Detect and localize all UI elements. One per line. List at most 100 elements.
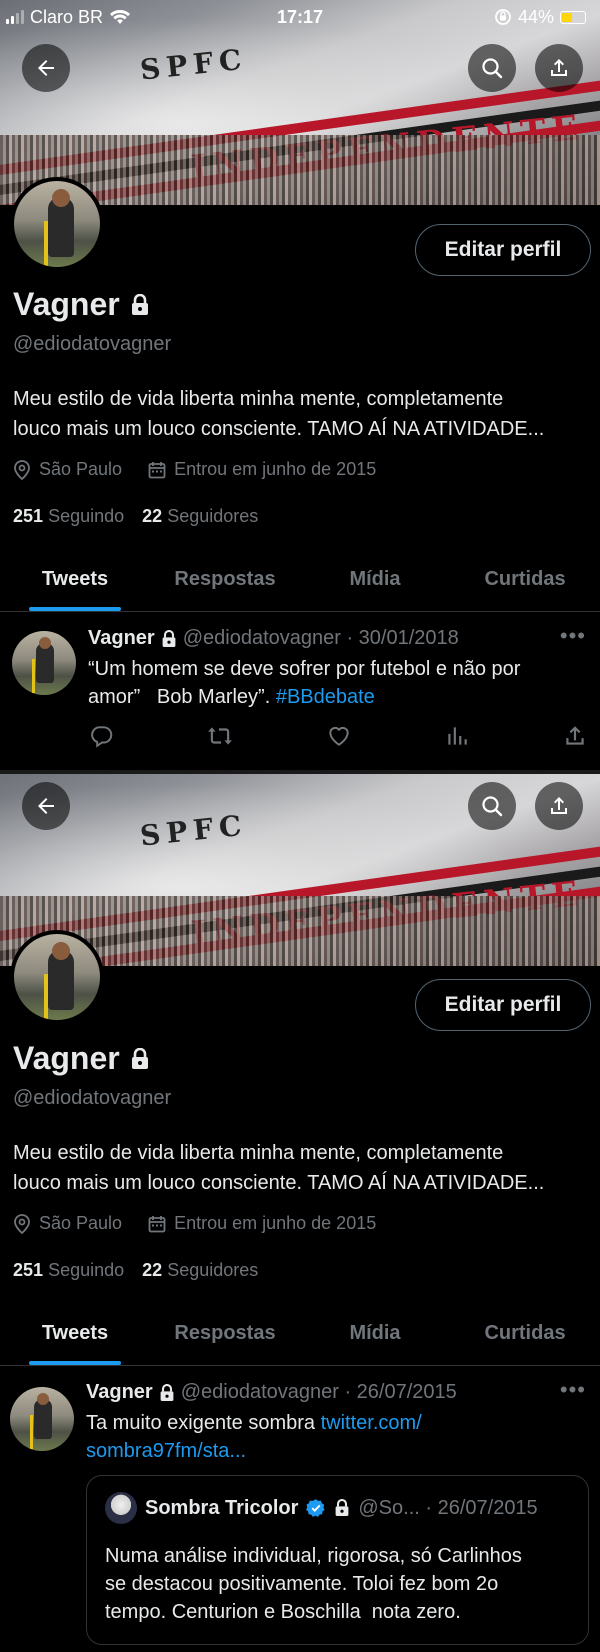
profile-bio-line-1: Meu estilo de vida liberta minha mente, … [13,1142,504,1164]
tweet-author-name[interactable]: Vagner [88,627,155,650]
followers-label: Seguidores [167,506,259,526]
tab-curtidas[interactable]: Curtidas [450,1302,600,1365]
profile-name-text: Vagner [13,286,120,322]
clock: 17:17 [276,6,324,27]
following-label: Seguindo [48,1260,125,1280]
profile-bio-line-2: louco mais um louco consciente. TAMO AÍ … [13,418,545,440]
more-options-icon[interactable]: ••• [560,623,586,649]
wifi-icon [110,9,131,24]
quoted-text-line-3: tempo. Centurion e Boschilla nota zero. [105,1601,461,1623]
profile-meta: São Paulo Entrou em junho de 2015 [13,1213,376,1234]
tab-respostas[interactable]: Respostas [150,1302,300,1365]
search-icon [482,58,503,79]
arrow-left-icon [38,798,54,814]
tab-midia[interactable]: Mídia [300,1302,450,1365]
tweet-text: “Um homem se deve sofrer por futebol e n… [88,655,588,711]
edit-profile-button[interactable]: Editar perfil [415,224,591,276]
signal-icon [6,10,24,24]
quoted-tweet-meta: @So... · 26/07/2015 [358,1496,538,1519]
tweet-link-part-2[interactable]: sombra97fm/sta... [86,1437,586,1465]
back-button[interactable] [22,44,70,92]
tweet-text-line-1: “Um homem se deve sofrer por futebol e n… [88,658,521,680]
tab-midia[interactable]: Mídia [300,548,450,611]
share-button[interactable] [535,44,583,92]
tweet-text-quote: amor” Bob Marley”. [88,686,271,708]
quoted-text-line-1: Numa análise individual, rigorosa, só Ca… [105,1545,522,1567]
lock-icon [131,1047,148,1069]
following-count: 251 [13,1260,44,1280]
edit-profile-button[interactable]: Editar perfil [415,979,591,1031]
following-link[interactable]: 251 Seguindo [13,1260,124,1281]
profile-name-text: Vagner [13,1040,120,1076]
tweet-2[interactable]: Vagner @ediodatovagner · 26/07/2015 ••• … [0,1367,600,1652]
share-button[interactable] [535,782,583,830]
hashtag-link[interactable]: #BBdebate [276,686,375,708]
profile-screen-2: INDEPENDENTE SPFC Editar perfil Vagner @… [0,774,600,1652]
profile-avatar[interactable] [10,930,104,1024]
following-link[interactable]: 251 Seguindo [13,506,124,527]
search-button[interactable] [468,782,516,830]
verified-badge-icon [306,1499,325,1517]
location-label: São Paulo [39,459,123,479]
search-button[interactable] [468,44,516,92]
reply-icon[interactable] [88,723,114,749]
followers-count: 22 [142,506,163,526]
followers-link[interactable]: 22 Seguidores [142,1260,258,1281]
tweet-header: Vagner @ediodatovagner · 30/01/2018 [88,627,459,650]
quoted-author-name: Sombra Tricolor [145,1496,299,1519]
quoted-tweet-header: Sombra Tricolor @So... · 26/07/2015 [105,1492,538,1524]
location-icon [14,459,30,480]
like-icon[interactable] [326,723,352,749]
tweet-link-part-1[interactable]: twitter.com/ [321,1412,422,1434]
quoted-tweet[interactable]: Sombra Tricolor @So... · 26/07/2015 Numa… [86,1475,589,1645]
followers-link[interactable]: 22 Seguidores [142,506,258,527]
views-icon[interactable] [444,723,470,749]
profile-name: Vagner [13,286,150,323]
tab-tweets[interactable]: Tweets [0,548,150,611]
profile-handle: @ediodatovagner [13,333,172,355]
quoted-tweet-text: Numa análise individual, rigorosa, só Ca… [105,1542,575,1626]
quoted-avatar [105,1492,137,1524]
tweet-avatar[interactable] [10,1387,74,1451]
profile-avatar[interactable] [10,177,104,271]
share-icon [551,797,567,814]
more-options-icon[interactable]: ••• [560,1377,586,1403]
tweet-text-content: Ta muito exigente sombra [86,1412,316,1434]
profile-handle: @ediodatovagner [13,1087,172,1109]
calendar-icon [148,461,166,478]
profile-screen-1: INDEPENDENTE SPFC Claro BR 17:17 44% Edi… [0,0,600,770]
back-button[interactable] [22,782,70,830]
tweet-header: Vagner @ediodatovagner · 26/07/2015 [86,1381,457,1404]
tweet-author-name[interactable]: Vagner [86,1381,153,1404]
lock-icon [160,1383,174,1401]
profile-name: Vagner [13,1040,150,1077]
orientation-lock-icon [495,9,511,25]
tweet-1[interactable]: Vagner @ediodatovagner · 30/01/2018 ••• … [0,613,600,770]
search-icon [482,796,503,817]
tweet-text: Ta muito exigente sombra twitter.com/ so… [86,1409,586,1465]
retweet-icon[interactable] [206,723,234,749]
following-label: Seguindo [48,506,125,526]
profile-tabs: Tweets Respostas Mídia Curtidas [0,548,600,612]
profile-meta: São Paulo Entrou em junho de 2015 [13,459,376,480]
tweet-actions [88,723,588,749]
following-count: 251 [13,506,44,526]
tweet-text-line-2: amor” Bob Marley”. #BBdebate [88,683,588,711]
share-icon [551,59,567,76]
follow-stats: 251 Seguindo 22 Seguidores [13,1260,258,1281]
share-icon[interactable] [562,723,588,749]
quoted-text-line-2: se destacou positivamente. Toloi fez bom… [105,1573,499,1595]
status-bar: Claro BR 17:17 44% [0,0,600,34]
tweet-avatar[interactable] [12,631,76,695]
profile-tabs: Tweets Respostas Mídia Curtidas [0,1302,600,1366]
arrow-left-icon [38,60,54,76]
profile-bio-line-2: louco mais um louco consciente. TAMO AÍ … [13,1172,545,1194]
joined-label: Entrou em junho de 2015 [174,459,377,479]
tweet-meta: @ediodatovagner · 26/07/2015 [180,1381,457,1403]
followers-label: Seguidores [167,1260,259,1280]
tab-curtidas[interactable]: Curtidas [450,548,600,611]
lock-icon [335,1499,349,1516]
joined-label: Entrou em junho de 2015 [174,1213,377,1233]
tab-respostas[interactable]: Respostas [150,548,300,611]
tab-tweets[interactable]: Tweets [0,1302,150,1365]
